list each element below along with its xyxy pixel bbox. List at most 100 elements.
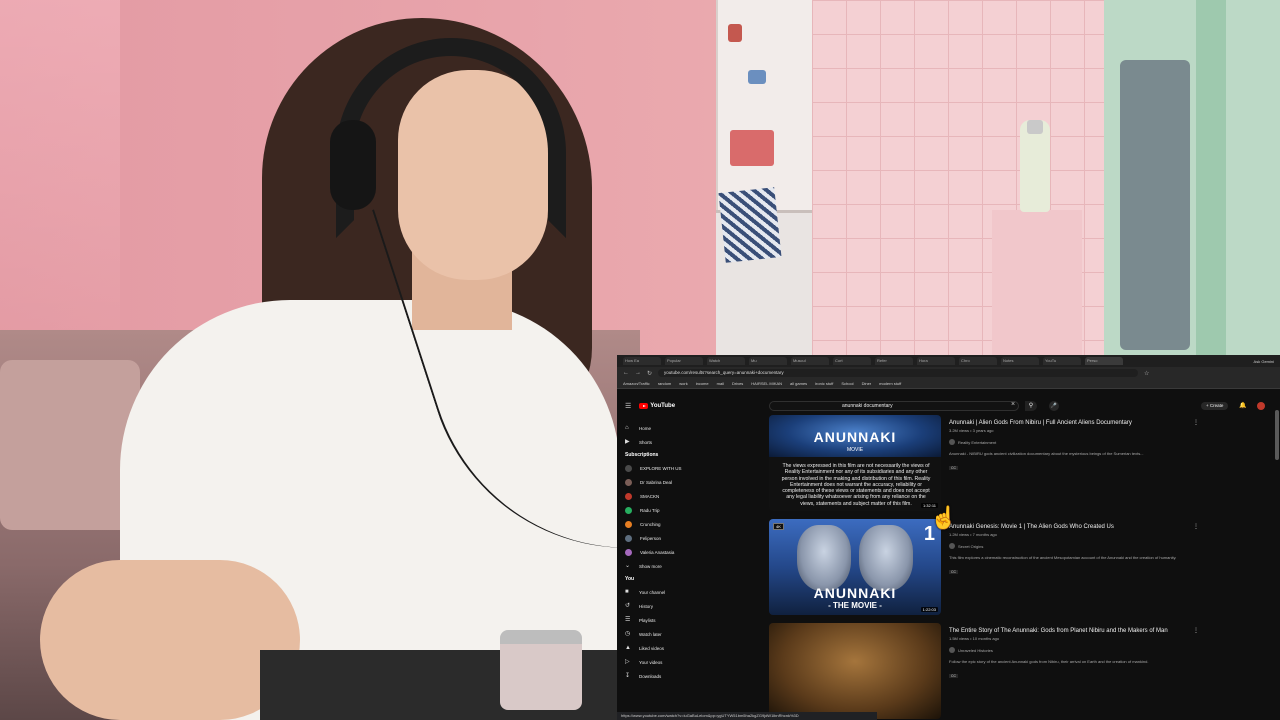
page-scrollbar[interactable]	[1275, 410, 1279, 460]
you-heading[interactable]: You	[623, 573, 733, 585]
reload-icon[interactable]: ↻	[647, 370, 652, 377]
thumbnail-subtitle: - THE MOVIE -	[828, 601, 882, 610]
subscription-item[interactable]: Valeria Anastasia	[623, 545, 733, 559]
bookmark-item[interactable]: Amazon/Traffic	[623, 381, 650, 386]
browser-tab[interactable]: Mu	[749, 357, 787, 365]
sidebar-item-your-channel[interactable]: ■ Your channel	[623, 585, 733, 599]
channel-avatar	[949, 543, 955, 549]
video-title[interactable]: Anunnaki | Alien Gods From Nibiru | Full…	[949, 419, 1259, 427]
subscription-name: Valeria Anastasia	[640, 549, 675, 555]
channel-link[interactable]: Secret Origins	[949, 543, 1259, 549]
bookmark-item[interactable]: School	[841, 381, 853, 386]
thumbnail-subtitle: MOVIE	[846, 447, 864, 453]
microphone-icon[interactable]: 🎤	[1049, 401, 1059, 411]
create-button[interactable]: + Create	[1201, 402, 1229, 410]
notifications-bell-icon[interactable]: 🔔	[1239, 402, 1246, 409]
bookmark-item[interactable]: all games	[790, 381, 807, 386]
ask-gemini-button[interactable]: Ask Gemini	[1254, 359, 1274, 364]
search-icon[interactable]: ⚲	[1025, 401, 1037, 411]
channel-avatar	[625, 506, 632, 514]
more-options-icon[interactable]: ⋮	[1193, 419, 1199, 426]
sidebar-item-home[interactable]: ⌂ Home	[623, 421, 733, 435]
video-result[interactable]: 4K 1 ANUNNAKI - THE MOVIE - 1:22:03 Anun…	[769, 519, 1269, 623]
alien-figure	[797, 525, 851, 591]
channel-link[interactable]: Reality Entertainment	[949, 439, 1259, 445]
bookmark-item[interactable]: modern stuff	[879, 381, 901, 386]
subscription-item[interactable]: SMACKN	[623, 489, 733, 503]
video-result[interactable]: ANUNNAKI MOVIE The views expressed in th…	[769, 415, 1269, 519]
sidebar-item-your-videos[interactable]: ▷ Your videos	[623, 655, 733, 669]
channel-avatar	[625, 464, 632, 472]
browser-tab[interactable]: Hora	[917, 357, 955, 365]
avatar[interactable]	[1257, 402, 1265, 410]
subscription-item[interactable]: Radu Trip	[623, 503, 733, 517]
browser-tab[interactable]: Watch	[707, 357, 745, 365]
browser-tab[interactable]: Muscul	[791, 357, 829, 365]
sidebar-item-playlists[interactable]: ☰ Playlists	[623, 613, 733, 627]
video-thumbnail[interactable]: 4K 1 ANUNNAKI - THE MOVIE - 1:22:03	[769, 519, 941, 615]
bookmark-item[interactable]: random	[658, 381, 672, 386]
browser-tab[interactable]: YouTu	[1043, 357, 1081, 365]
4k-badge: 4K	[773, 523, 784, 530]
more-options-icon[interactable]: ⋮	[1193, 627, 1199, 634]
sidebar-item-downloads[interactable]: ↧ Downloads	[623, 669, 733, 683]
sidebar-item-label: Liked videos	[639, 645, 665, 651]
clear-search-icon[interactable]: ×	[1011, 401, 1015, 408]
video-info: The Entire Story of The Anunnaki: Gods f…	[949, 627, 1259, 682]
bookmark-star-icon[interactable]: ☆	[1144, 370, 1149, 377]
bookmark-item[interactable]: HAIRSEL MIKAN	[751, 381, 782, 386]
browser-tab[interactable]: Chro	[959, 357, 997, 365]
url-field[interactable]: youtube.com/results?search_query=anunnak…	[658, 369, 1139, 377]
hamburger-menu-icon[interactable]: ☰	[625, 402, 631, 410]
browser-tab[interactable]: Notes	[1001, 357, 1039, 365]
video-title[interactable]: The Entire Story of The Anunnaki: Gods f…	[949, 627, 1259, 635]
subscription-item[interactable]: Dr Sabrina Deal	[623, 475, 733, 489]
back-icon[interactable]: ←	[623, 370, 629, 376]
forward-icon[interactable]: →	[635, 370, 641, 376]
browser-tab-active[interactable]: Perso	[1085, 357, 1123, 365]
subscriptions-heading[interactable]: Subscriptions	[623, 449, 733, 461]
bookmark-item[interactable]: mail	[717, 381, 724, 386]
headphone-earcup	[330, 120, 376, 210]
bookmark-item[interactable]: work	[679, 381, 687, 386]
cc-badge: CC	[949, 674, 959, 678]
pink-wall	[0, 0, 120, 360]
video-thumbnail[interactable]: ANUNNAKI MOVIE The views expressed in th…	[769, 415, 941, 511]
video-result[interactable]: The Entire Story of The Anunnaki: Gods f…	[769, 623, 1269, 720]
fridge-photo	[730, 130, 774, 166]
subscription-item[interactable]: Feliperson	[623, 531, 733, 545]
bookmark-item[interactable]: ironic stuff	[815, 381, 833, 386]
bookmark-item[interactable]: income	[696, 381, 709, 386]
home-icon: ⌂	[625, 425, 629, 431]
search-input[interactable]: anunnaki documentary	[769, 401, 1019, 411]
subscription-item[interactable]: EXPLORE WITH US	[623, 461, 733, 475]
channel-name: Unraveled Histories	[958, 647, 993, 653]
channel-name: Reality Entertainment	[958, 439, 997, 445]
fridge-magnet	[748, 70, 766, 84]
subscription-item[interactable]: Crunching	[623, 517, 733, 531]
more-options-icon[interactable]: ⋮	[1193, 523, 1199, 530]
sidebar-item-label: Shorts	[639, 439, 653, 445]
video-meta: 1.5M views • 10 months ago	[949, 636, 1000, 641]
browser-tab[interactable]: Refer	[875, 357, 913, 365]
youtube-logo[interactable]: YouTube	[639, 403, 675, 409]
tab-strip: How Ea Popular Watch Mu Muscul Cort Refe…	[617, 355, 1280, 367]
sidebar-item-shorts[interactable]: ▶ Shorts	[623, 435, 733, 449]
bookmark-item[interactable]: Diner	[862, 381, 872, 386]
sidebar-item-history[interactable]: ↺ History	[623, 599, 733, 613]
sidebar-item-label: History	[639, 603, 654, 609]
history-icon: ↺	[625, 603, 631, 609]
bookmark-item[interactable]: Drives	[732, 381, 743, 386]
video-thumbnail[interactable]	[769, 623, 941, 719]
browser-tab[interactable]: How Ea	[623, 357, 661, 365]
browser-tab[interactable]: Cort	[833, 357, 871, 365]
sidebar-item-label: Your videos	[639, 659, 663, 665]
channel-avatar	[625, 492, 632, 500]
video-icon: ▷	[625, 659, 630, 665]
sidebar-item-liked[interactable]: ▲ Liked videos	[623, 641, 733, 655]
browser-tab[interactable]: Popular	[665, 357, 703, 365]
video-title[interactable]: Anunnaki Genesis: Movie 1 | The Alien Go…	[949, 523, 1259, 531]
channel-link[interactable]: Unraveled Histories	[949, 647, 1259, 653]
show-more-button[interactable]: ⌄ Show more	[623, 559, 733, 573]
sidebar-item-watch-later[interactable]: ◷ Watch later	[623, 627, 733, 641]
